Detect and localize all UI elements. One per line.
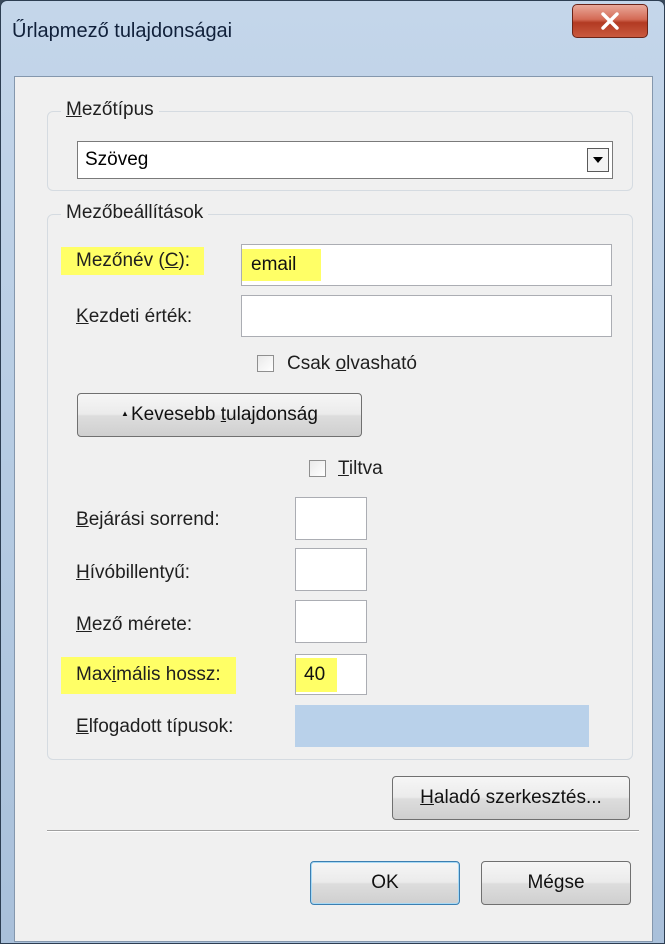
hotkey-input[interactable] bbox=[295, 548, 367, 591]
ok-button[interactable]: OK bbox=[310, 861, 460, 905]
chevron-up-icon: ▲ bbox=[121, 408, 129, 418]
dialog-window: Űrlapmező tulajdonságai Mezőtípus Szöveg… bbox=[0, 0, 665, 944]
readonly-label[interactable]: Csak olvasható bbox=[287, 353, 417, 375]
window-title: Űrlapmező tulajdonságai bbox=[12, 20, 233, 42]
close-button[interactable] bbox=[572, 4, 648, 38]
max-length-value: 40 bbox=[296, 657, 338, 692]
ok-label: OK bbox=[371, 872, 399, 893]
readonly-checkbox[interactable] bbox=[257, 355, 274, 372]
field-name-label: Mezőnév (C): bbox=[61, 247, 205, 275]
accepted-types-input[interactable] bbox=[295, 705, 589, 747]
dropdown-button[interactable] bbox=[587, 148, 609, 172]
tab-order-label: Bejárási sorrend: bbox=[76, 509, 220, 530]
disabled-checkbox[interactable] bbox=[309, 460, 326, 477]
field-name-value: email bbox=[242, 249, 322, 281]
field-settings-legend: Mezőbeállítások bbox=[61, 202, 209, 224]
field-type-legend: Mezőtípus bbox=[61, 99, 159, 121]
tab-order-input[interactable] bbox=[295, 497, 367, 540]
advanced-edit-button[interactable]: Haladó szerkesztés... bbox=[392, 776, 630, 820]
cancel-label: Mégse bbox=[527, 872, 585, 893]
initial-value-label: Kezdeti érték: bbox=[76, 306, 193, 327]
max-length-input[interactable]: 40 bbox=[295, 654, 367, 695]
accepted-types-label: Elfogadott típusok: bbox=[76, 716, 234, 737]
field-type-value: Szöveg bbox=[85, 149, 149, 170]
field-size-input[interactable] bbox=[295, 600, 367, 643]
cancel-button[interactable]: Mégse bbox=[481, 861, 631, 905]
field-size-label: Mező mérete: bbox=[76, 614, 193, 635]
hotkey-label: Hívóbillentyű: bbox=[76, 562, 191, 583]
max-length-label: Maximális hossz: bbox=[61, 657, 236, 694]
field-type-select[interactable]: Szöveg bbox=[77, 141, 613, 179]
field-name-input[interactable]: email bbox=[241, 244, 612, 286]
divider bbox=[47, 830, 639, 831]
title-bar[interactable]: Űrlapmező tulajdonságai bbox=[1, 1, 664, 75]
fewer-properties-label: Kevesebb tulajdonság bbox=[130, 404, 318, 425]
chevron-down-icon bbox=[593, 157, 603, 163]
disabled-label[interactable]: Tiltva bbox=[338, 458, 383, 480]
initial-value-input[interactable] bbox=[241, 295, 612, 337]
close-icon bbox=[601, 12, 619, 30]
fewer-properties-button[interactable]: ▲ Kevesebb tulajdonság bbox=[77, 393, 362, 437]
advanced-edit-label: Haladó szerkesztés... bbox=[420, 787, 602, 808]
